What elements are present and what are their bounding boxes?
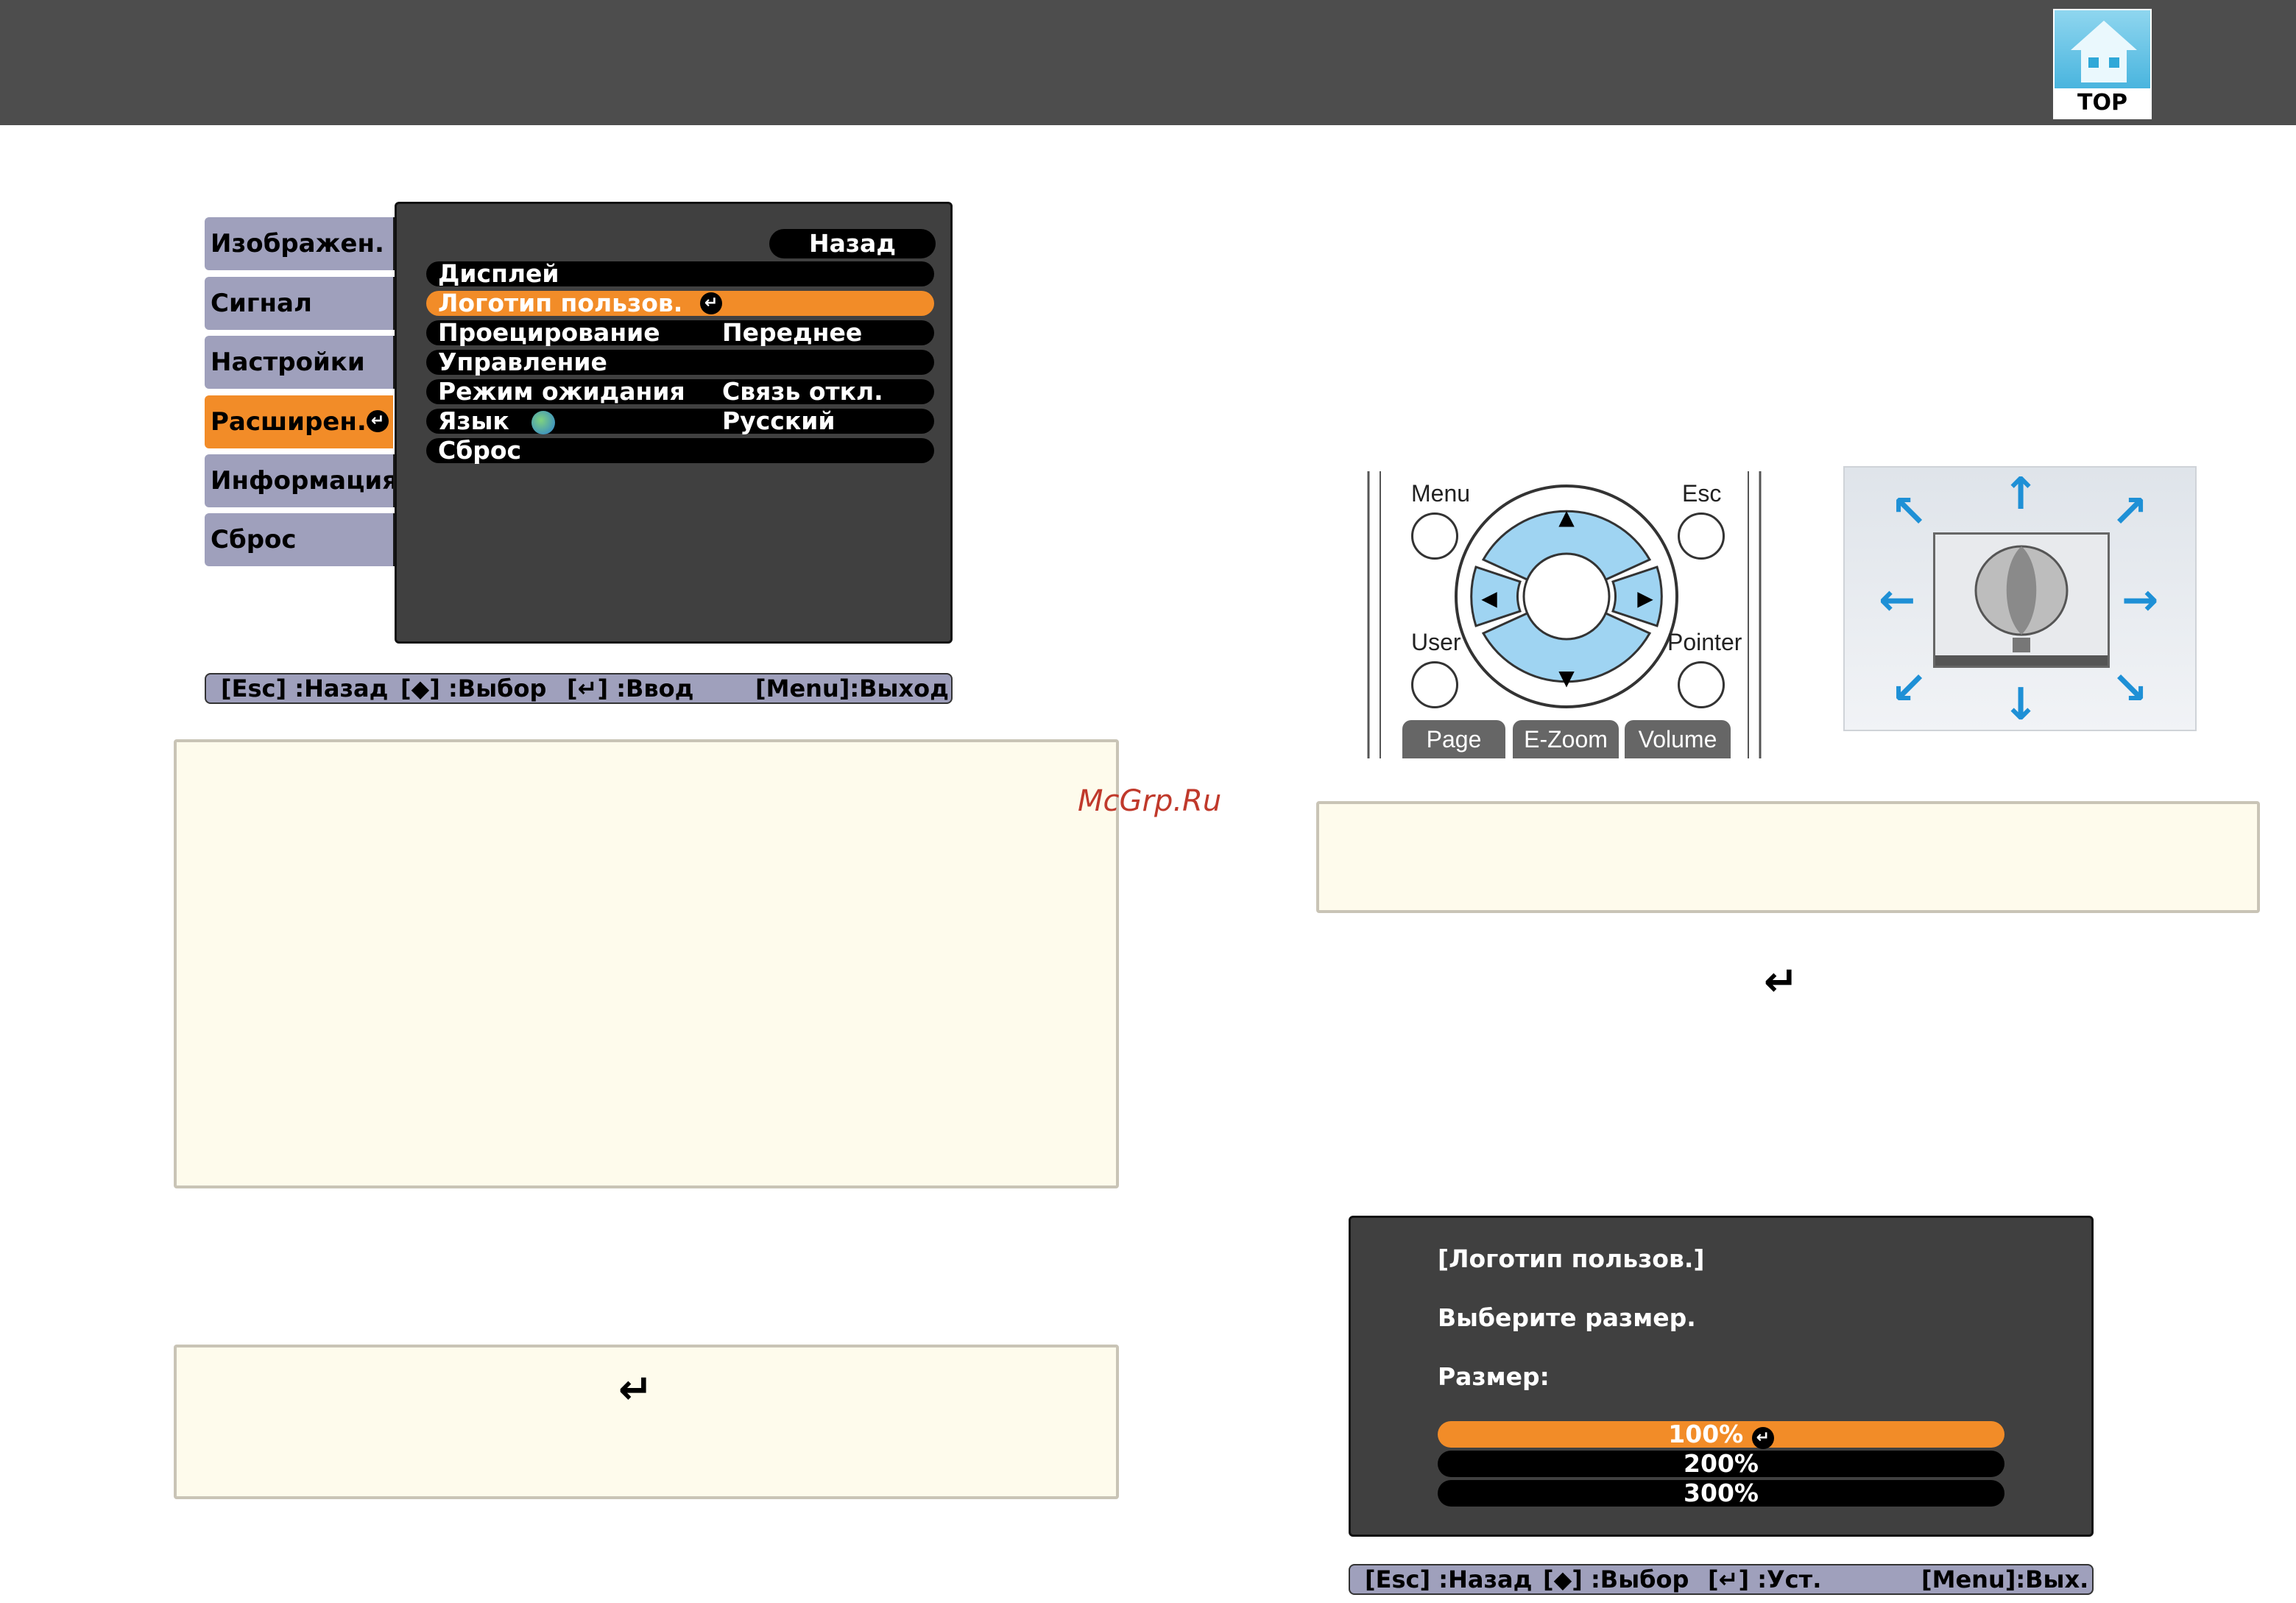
menu-item-label: Проецирование bbox=[438, 318, 660, 347]
esc-button[interactable] bbox=[1678, 512, 1725, 560]
arrow-right-icon: → bbox=[2122, 574, 2159, 626]
menu-panel: Назад Дисплей Логотип пользов. ↵ Проециро… bbox=[395, 202, 953, 644]
hint-esc: [Esc] :Назад bbox=[1365, 1565, 1533, 1593]
menu-item-standby[interactable]: Режим ожидания Связь откл. bbox=[426, 379, 934, 404]
tab-info[interactable]: Информация bbox=[205, 454, 406, 507]
menu-item-label: Дисплей bbox=[438, 259, 559, 288]
tab-label: Изображен. bbox=[211, 229, 384, 258]
selection-frame bbox=[1933, 532, 2110, 668]
size-option-100[interactable]: 100% ↵ bbox=[1438, 1420, 2004, 1449]
esc-button-label: Esc bbox=[1682, 480, 1722, 507]
arrow-up-right-icon: ↗ bbox=[2111, 486, 2149, 538]
size-option-300[interactable]: 300% bbox=[1438, 1480, 2004, 1507]
dialog-prompt: Выберите размер. bbox=[1438, 1303, 1696, 1332]
menu-item-label: Режим ожидания bbox=[438, 377, 685, 406]
tab-label: Информация bbox=[211, 466, 398, 496]
menu-hint-bar: [Esc] :Назад [◆] :Выбор [↵] :Ввод [Menu]… bbox=[205, 673, 953, 704]
svg-text:◀: ◀ bbox=[1481, 586, 1497, 610]
arrow-down-right-icon: ↘ bbox=[2111, 663, 2149, 714]
size-label: Размер: bbox=[1438, 1362, 1550, 1391]
hint-select: [◆] :Выбор bbox=[400, 674, 547, 702]
hint-select: [◆] :Выбор bbox=[1543, 1565, 1689, 1593]
page-button[interactable]: Page bbox=[1402, 720, 1505, 758]
tab-label: Настройки bbox=[211, 348, 365, 377]
menu-item-value: Русский bbox=[722, 406, 836, 435]
user-button-label: User bbox=[1411, 629, 1461, 655]
arrow-up-left-icon: ↖ bbox=[1890, 486, 1928, 538]
menu-item-user-logo[interactable]: Логотип пользов. ↵ bbox=[426, 291, 934, 316]
hint-set: [↵] :Уст. bbox=[1708, 1565, 1822, 1593]
menu-item-label: Логотип пользов. bbox=[438, 289, 683, 317]
tab-settings[interactable]: Настройки bbox=[205, 336, 406, 389]
remote-illustration: ▲ ▼ ◀ ▶ Menu Esc User Pointer Page E-Zoo… bbox=[1358, 471, 1770, 758]
hint-menu: [Menu]:Выход bbox=[755, 674, 949, 702]
arrow-up-icon: ↑ bbox=[2002, 468, 2040, 520]
header-bar bbox=[0, 0, 2296, 125]
size-dialog: [Логотип пользов.] Выберите размер. Разм… bbox=[1349, 1216, 2094, 1537]
top-button[interactable]: TOP bbox=[2053, 9, 2152, 119]
tab-signal[interactable]: Сигнал bbox=[205, 277, 406, 330]
menu-item-display[interactable]: Дисплей bbox=[426, 261, 934, 286]
menu-item-value: Связь откл. bbox=[722, 377, 883, 406]
pointer-button[interactable] bbox=[1678, 661, 1725, 708]
menu-item-projection[interactable]: Проецирование Переднее bbox=[426, 320, 934, 345]
pointer-button-label: Pointer bbox=[1667, 629, 1742, 655]
arrow-down-icon: ↓ bbox=[2002, 679, 2040, 730]
menu-item-label: Сброс bbox=[438, 436, 522, 465]
menu-item-language[interactable]: Язык Русский bbox=[426, 409, 934, 434]
hint-enter: [↵] :Ввод bbox=[567, 674, 694, 702]
back-button[interactable]: Назад bbox=[769, 229, 936, 258]
svg-text:▼: ▼ bbox=[1558, 666, 1575, 690]
note-box bbox=[1316, 801, 2260, 913]
hint-menu: [Menu]:Вых. bbox=[1921, 1565, 2089, 1593]
note-box: ↵ bbox=[174, 1345, 1119, 1499]
tab-extended[interactable]: Расширен. ↵ bbox=[205, 395, 393, 448]
enter-icon: ↵ bbox=[700, 292, 722, 314]
menu-item-value: Переднее bbox=[722, 318, 863, 347]
size-option-200[interactable]: 200% bbox=[1438, 1451, 2004, 1477]
menu-button[interactable] bbox=[1411, 512, 1458, 560]
dialog-title: [Логотип пользов.] bbox=[1438, 1244, 1705, 1273]
enter-icon: ↵ bbox=[1751, 1427, 1774, 1449]
top-button-label: TOP bbox=[2055, 88, 2150, 118]
balloon-icon bbox=[1935, 545, 2108, 666]
tab-image[interactable]: Изображен. bbox=[205, 217, 406, 270]
logo-area-illustration: ↑ ↓ ← → ↖ ↗ ↙ ↘ bbox=[1843, 466, 2197, 731]
menu-button-label: Menu bbox=[1411, 480, 1471, 507]
globe-icon bbox=[531, 410, 555, 434]
svg-text:▲: ▲ bbox=[1558, 505, 1575, 529]
enter-icon: ↵ bbox=[367, 410, 389, 432]
volume-button[interactable]: Volume bbox=[1625, 720, 1731, 758]
size-option-label: 300% bbox=[1684, 1479, 1759, 1507]
arrow-left-icon: ← bbox=[1879, 574, 1916, 626]
user-button[interactable] bbox=[1411, 661, 1458, 708]
size-option-label: 100% bbox=[1668, 1420, 1744, 1448]
dialog-hint-bar: [Esc] :Назад [◆] :Выбор [↵] :Уст. [Menu]… bbox=[1349, 1564, 2094, 1595]
menu-item-label: Управление bbox=[438, 348, 607, 376]
enter-arrow-icon: ↵ bbox=[1764, 958, 1798, 1006]
tab-label: Расширен. bbox=[211, 407, 367, 437]
note-box bbox=[174, 739, 1119, 1188]
house-icon bbox=[2071, 21, 2137, 50]
watermark: McGrp.Ru bbox=[1078, 784, 1222, 818]
tab-label: Сигнал bbox=[211, 289, 312, 318]
house-body-icon bbox=[2081, 50, 2127, 82]
menu-item-reset[interactable]: Сброс bbox=[426, 438, 934, 463]
size-option-label: 200% bbox=[1684, 1449, 1759, 1478]
tab-reset[interactable]: Сброс bbox=[205, 513, 406, 566]
tab-label: Сброс bbox=[211, 525, 297, 554]
hint-esc: [Esc] :Назад bbox=[221, 674, 389, 702]
ezoom-button[interactable]: E-Zoom bbox=[1513, 720, 1619, 758]
menu-item-operation[interactable]: Управление bbox=[426, 350, 934, 375]
svg-text:▶: ▶ bbox=[1637, 586, 1653, 610]
arrow-down-left-icon: ↙ bbox=[1890, 663, 1928, 714]
menu-item-label: Язык bbox=[438, 406, 509, 435]
enter-arrow-icon: ↵ bbox=[618, 1366, 653, 1414]
